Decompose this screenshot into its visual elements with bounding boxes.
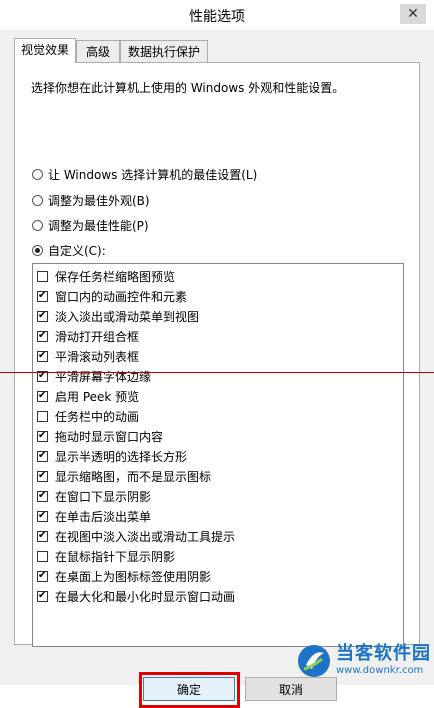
list-item[interactable]: 滑动打开组合框: [37, 327, 139, 345]
effect-checkbox[interactable]: [37, 349, 48, 363]
visual-effects-panel: 选择你想在此计算机上使用的 Windows 外观和性能设置。 让 Windows…: [14, 62, 420, 647]
effect-label: 拖动时显示窗口内容: [55, 429, 164, 444]
effect-label: 显示半透明的选择长方形: [55, 449, 188, 464]
radio-option[interactable]: 让 Windows 选择计算机的最佳设置(L): [32, 165, 257, 183]
list-item[interactable]: 在最大化和最小化时显示窗口动画: [37, 587, 235, 605]
list-item[interactable]: 保存任务栏缩略图预览: [37, 267, 175, 285]
effect-label: 窗口内的动画控件和元素: [55, 289, 188, 304]
title-bar: 性能选项 ✕: [0, 0, 434, 30]
list-item[interactable]: 拖动时显示窗口内容: [37, 427, 163, 445]
list-item[interactable]: 在窗口下显示阴影: [37, 487, 151, 505]
effect-checkbox[interactable]: [37, 509, 48, 523]
effect-label: 任务栏中的动画: [55, 409, 140, 424]
radio-label: 让 Windows 选择计算机的最佳设置(L): [48, 167, 258, 182]
watermark: 当客软件园 www.downkr.com: [296, 636, 434, 685]
radio-option[interactable]: 调整为最佳外观(B): [32, 191, 150, 209]
effect-label: 滑动打开组合框: [55, 329, 140, 344]
radio-button[interactable]: [32, 244, 43, 256]
effect-checkbox[interactable]: [37, 329, 48, 343]
effect-checkbox[interactable]: [37, 289, 48, 303]
list-item[interactable]: 在鼠标指针下显示阴影: [37, 547, 175, 565]
watermark-name: 当客软件园: [336, 642, 431, 664]
watermark-logo-icon: [298, 644, 330, 677]
effect-checkbox[interactable]: [37, 389, 48, 403]
effect-label: 在单击后淡出菜单: [55, 509, 152, 524]
watermark-url: www.downkr.com: [336, 664, 424, 676]
effect-checkbox[interactable]: [37, 469, 48, 483]
guide-line: [0, 372, 434, 373]
list-item[interactable]: 在视图中淡入淡出或滑动工具提示: [37, 527, 235, 545]
effect-label: 平滑屏幕字体边缘: [55, 369, 152, 384]
list-item[interactable]: 平滑滚动列表框: [37, 347, 139, 365]
list-item[interactable]: 任务栏中的动画: [37, 407, 139, 425]
list-item[interactable]: 显示半透明的选择长方形: [37, 447, 187, 465]
radio-option[interactable]: 调整为最佳性能(P): [32, 216, 149, 234]
list-item[interactable]: 淡入淡出或滑动菜单到视图: [37, 307, 199, 325]
effect-label: 在桌面上为图标标签使用阴影: [55, 569, 212, 584]
ok-button[interactable]: 确定: [143, 677, 235, 701]
effect-label: 启用 Peek 预览: [55, 389, 140, 404]
list-item[interactable]: 在单击后淡出菜单: [37, 507, 151, 525]
effect-label: 在视图中淡入淡出或滑动工具提示: [55, 529, 236, 544]
radio-label: 调整为最佳外观(B): [48, 193, 150, 208]
list-item[interactable]: 启用 Peek 预览: [37, 387, 139, 405]
close-icon[interactable]: ✕: [400, 4, 426, 24]
effect-label: 显示缩略图，而不是显示图标: [55, 469, 212, 484]
effect-label: 在最大化和最小化时显示窗口动画: [55, 589, 236, 604]
radio-label: 自定义(C):: [48, 243, 106, 258]
panel-description: 选择你想在此计算机上使用的 Windows 外观和性能设置。: [31, 81, 345, 95]
dialog-body: 视觉效果 高级 数据执行保护 选择你想在此计算机上使用的 Windows 外观和…: [0, 30, 434, 708]
list-item[interactable]: 在桌面上为图标标签使用阴影: [37, 567, 211, 585]
effect-label: 在窗口下显示阴影: [55, 489, 152, 504]
effect-label: 在鼠标指针下显示阴影: [55, 549, 176, 564]
effect-label: 平滑滚动列表框: [55, 349, 140, 364]
effect-checkbox[interactable]: [37, 589, 48, 603]
effect-checkbox[interactable]: [37, 569, 48, 583]
window-title: 性能选项: [189, 9, 245, 25]
effect-label: 保存任务栏缩略图预览: [55, 269, 176, 284]
list-item[interactable]: 窗口内的动画控件和元素: [37, 287, 187, 305]
effect-checkbox[interactable]: [37, 410, 48, 422]
list-item[interactable]: 平滑屏幕字体边缘: [37, 367, 151, 385]
effect-checkbox[interactable]: [37, 449, 48, 463]
list-item[interactable]: 显示缩略图，而不是显示图标: [37, 467, 211, 485]
effect-checkbox[interactable]: [37, 270, 48, 282]
tab-data-execution-prevention[interactable]: 数据执行保护: [120, 40, 208, 62]
radio-label: 调整为最佳性能(P): [48, 218, 149, 233]
effect-checkbox[interactable]: [37, 309, 48, 323]
effect-label: 淡入淡出或滑动菜单到视图: [55, 309, 200, 324]
radio-button[interactable]: [32, 219, 43, 231]
effect-checkbox[interactable]: [37, 529, 48, 543]
radio-option[interactable]: 自定义(C):: [32, 241, 106, 259]
effect-checkbox[interactable]: [37, 550, 48, 562]
tab-visual-effects[interactable]: 视觉效果: [14, 38, 76, 63]
tab-advanced[interactable]: 高级: [76, 40, 120, 62]
radio-button[interactable]: [32, 168, 43, 180]
radio-button[interactable]: [32, 194, 43, 206]
effect-checkbox[interactable]: [37, 489, 48, 503]
effect-checkbox[interactable]: [37, 429, 48, 443]
effects-list[interactable]: 保存任务栏缩略图预览窗口内的动画控件和元素淡入淡出或滑动菜单到视图滑动打开组合框…: [32, 263, 404, 647]
